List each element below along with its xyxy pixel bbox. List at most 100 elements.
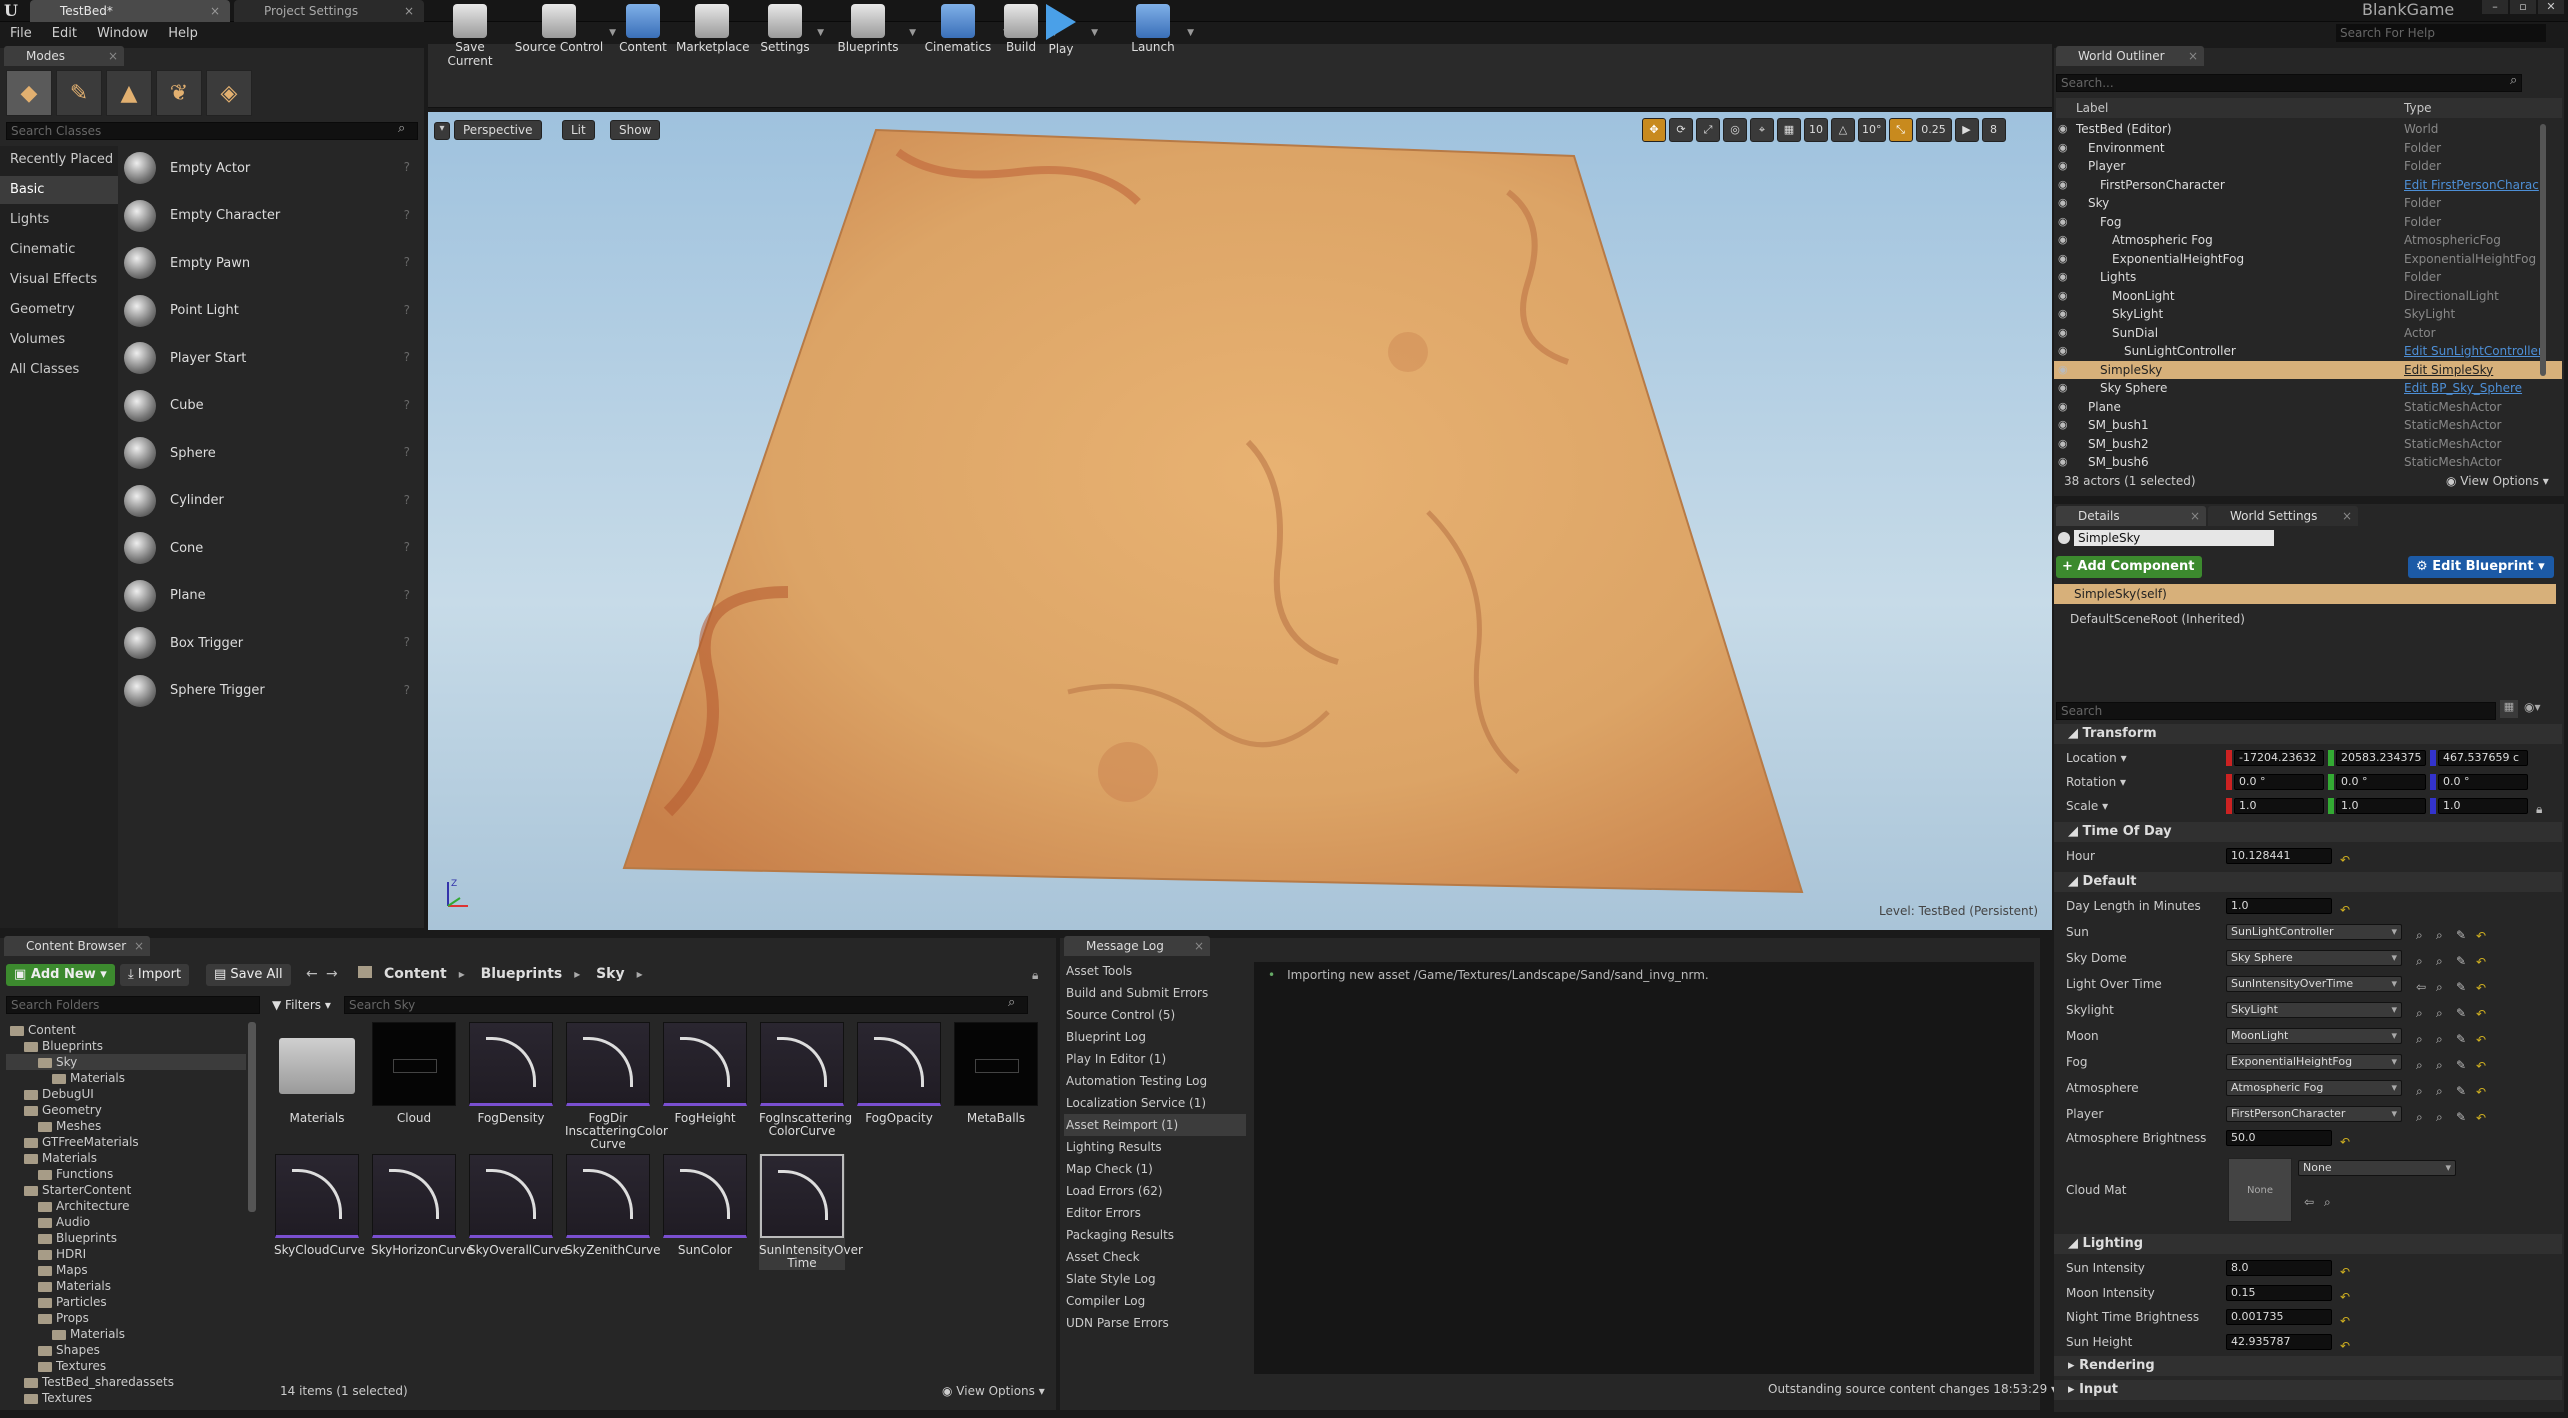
numeric-field[interactable]: 42.935787 [2226, 1333, 2332, 1350]
outliner-type[interactable]: Edit FirstPersonCharac [2404, 176, 2539, 194]
camera-speed-icon[interactable]: ▶ [1954, 118, 1979, 142]
view-options-button[interactable]: ◉ View Options ▾ [942, 1384, 1045, 1398]
visibility-icon[interactable]: ◉ [2058, 231, 2068, 249]
category-all-classes[interactable]: All Classes [0, 356, 118, 384]
eyedropper-icon[interactable]: ✎ [2456, 1079, 2466, 1103]
chevron-down-icon[interactable]: ▼ [1187, 28, 1194, 38]
actor-name-field[interactable]: SimpleSky [2074, 530, 2274, 546]
find-in-scene-icon[interactable]: ⌕ [2416, 949, 2423, 973]
translate-icon[interactable]: ✥ [1642, 118, 1666, 142]
help-icon[interactable]: ? [404, 255, 410, 269]
chevron-down-icon[interactable]: ▼ [817, 28, 824, 38]
category-volumes[interactable]: Volumes [0, 326, 118, 354]
maximize-icon[interactable]: ▫ [2510, 0, 2536, 14]
outliner-row[interactable]: ◉ ExponentialHeightFog ExponentialHeightFo… [2054, 250, 2562, 269]
import-button[interactable]: ⤓ Import [120, 964, 190, 986]
component-self-row[interactable]: SimpleSky(self) [2054, 584, 2556, 604]
actor-picker-combo[interactable]: FirstPersonCharacter [2226, 1106, 2402, 1122]
visibility-icon[interactable]: ◉ [2058, 342, 2068, 360]
browse-icon[interactable]: ⌕ [2436, 1079, 2443, 1103]
actor-picker-combo[interactable]: SkyLight [2226, 1002, 2402, 1018]
property-matrix-icon[interactable]: ▦ [2500, 700, 2518, 718]
log-category-udn-parse-errors[interactable]: UDN Parse Errors [1064, 1312, 1246, 1334]
log-category-compiler-log[interactable]: Compiler Log [1064, 1290, 1246, 1312]
folder-tree-item[interactable]: StarterContent [6, 1182, 246, 1198]
log-category-lighting-results[interactable]: Lighting Results [1064, 1136, 1246, 1158]
folder-tree-item[interactable]: Materials [6, 1278, 246, 1294]
help-icon[interactable]: ? [404, 208, 410, 222]
close-icon[interactable]: × [1194, 936, 1204, 956]
folder-tree-item[interactable]: Materials [6, 1326, 246, 1342]
folder-tree-item[interactable]: Sky [6, 1054, 246, 1070]
log-category-asset-reimport-1[interactable]: Asset Reimport (1) [1064, 1114, 1246, 1136]
cloud-mat-combo[interactable]: None [2298, 1160, 2456, 1176]
help-icon[interactable]: ? [404, 493, 410, 507]
reset-icon[interactable]: ↶ [2476, 924, 2486, 948]
breadcrumb-content[interactable]: Content [384, 966, 447, 982]
help-icon[interactable]: ? [404, 635, 410, 649]
numeric-field[interactable]: 8.0 [2226, 1260, 2332, 1276]
folder-tree-item[interactable]: Textures [6, 1358, 246, 1374]
outliner-row[interactable]: ◉ SimpleSky Edit SimpleSky [2054, 360, 2562, 379]
log-category-localization-service-1[interactable]: Localization Service (1) [1064, 1092, 1246, 1114]
place-item-player-start[interactable]: Player Start? [124, 336, 418, 380]
log-category-play-in-editor-1[interactable]: Play In Editor (1) [1064, 1048, 1246, 1070]
reset-icon[interactable]: ↶ [2476, 1002, 2486, 1026]
menu-file[interactable]: File [0, 24, 42, 44]
log-category-automation-testing-log[interactable]: Automation Testing Log [1064, 1070, 1246, 1092]
section-time-of-day[interactable]: ◢ Time Of Day [2054, 822, 2562, 842]
outliner-row[interactable]: ◉ MoonLight DirectionalLight [2054, 287, 2562, 306]
menu-window[interactable]: Window [87, 24, 158, 44]
reset-icon[interactable]: ↶ [2476, 976, 2486, 1000]
folder-tree-item[interactable]: Functions [6, 1166, 246, 1182]
marketplace-button[interactable]: Marketplace [676, 2, 750, 62]
class-search-input[interactable]: Search Classes [6, 122, 418, 140]
visibility-icon[interactable]: ◉ [2058, 435, 2068, 453]
help-icon[interactable]: ? [404, 160, 410, 174]
help-icon[interactable]: ? [404, 445, 410, 459]
asset-tile[interactable]: SkyCloudCurve [274, 1154, 365, 1270]
folder-tree-item[interactable]: TestBed_sharedassets [6, 1374, 246, 1390]
column-label[interactable]: Label [2076, 98, 2108, 118]
eyedropper-icon[interactable]: ✎ [2456, 975, 2466, 999]
outliner-view-options[interactable]: ◉ View Options ▾ [2446, 474, 2549, 488]
reset-icon[interactable]: ↶ [2476, 1028, 2486, 1052]
details-search-input[interactable]: Search [2056, 702, 2496, 720]
asset-tile[interactable]: Cloud [371, 1022, 457, 1138]
close-icon[interactable]: × [2190, 506, 2200, 526]
menu-edit[interactable]: Edit [42, 24, 87, 44]
place-item-point-light[interactable]: Point Light? [124, 289, 418, 333]
launch-button[interactable]: Launch ▼ [1124, 2, 1194, 62]
use-selected-icon[interactable]: ⇦ [2304, 1190, 2314, 1214]
log-category-slate-style-log[interactable]: Slate Style Log [1064, 1268, 1246, 1290]
tab-modes[interactable]: Modes × [4, 46, 124, 66]
scale-snap-icon[interactable]: ⤡ [1888, 118, 1913, 142]
tab-testbed[interactable]: TestBed* × [30, 0, 230, 22]
chevron-down-icon[interactable]: ▼ [1091, 28, 1098, 38]
folder-tree-item[interactable]: Particles [6, 1294, 246, 1310]
actor-picker-combo[interactable]: SunLightController [2226, 924, 2402, 940]
chevron-down-icon[interactable]: ▼ [609, 28, 616, 38]
grid-snap-icon[interactable]: ▦ [1777, 118, 1801, 142]
outliner-row[interactable]: ◉ SM_bush6 StaticMeshActor [2054, 453, 2562, 472]
visibility-icon[interactable]: ◉ [2058, 416, 2068, 434]
log-category-editor-errors[interactable]: Editor Errors [1064, 1202, 1246, 1224]
place-item-sphere[interactable]: Sphere? [124, 431, 418, 475]
log-category-packaging-results[interactable]: Packaging Results [1064, 1224, 1246, 1246]
filters-button[interactable]: ▼ Filters ▾ [272, 996, 331, 1014]
find-in-scene-icon[interactable]: ⌕ [2416, 1053, 2423, 1077]
visibility-icon[interactable]: ◉ [2058, 176, 2068, 194]
cinematics-button[interactable]: Cinematics▼ [918, 2, 1010, 62]
rotation-x-field[interactable]: 0.0 ° [2234, 774, 2324, 790]
location-label[interactable]: Location ▾ [2066, 746, 2127, 770]
folder-tree-item[interactable]: Textures [6, 1390, 246, 1406]
rotation-z-field[interactable]: 0.0 ° [2438, 774, 2528, 790]
find-in-scene-icon[interactable]: ⌕ [2416, 923, 2423, 947]
folder-tree-item[interactable]: Blueprints [6, 1230, 246, 1246]
outliner-row[interactable]: ◉ SM_bush1 StaticMeshActor [2054, 416, 2562, 435]
tree-scrollbar[interactable] [248, 1022, 256, 1212]
tab-content-browser[interactable]: Content Browser × [4, 936, 150, 956]
place-item-empty-character[interactable]: Empty Character? [124, 194, 418, 238]
chevron-down-icon[interactable]: ▼ [909, 28, 916, 38]
help-icon[interactable]: ? [404, 683, 410, 697]
